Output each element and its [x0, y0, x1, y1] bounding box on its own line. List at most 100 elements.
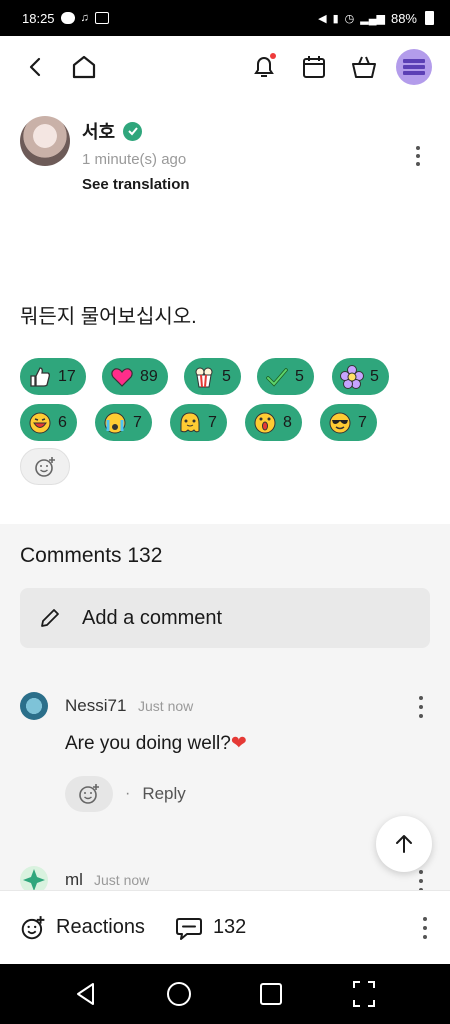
reaction-chip-flower[interactable]: 5	[332, 358, 389, 395]
comment-author[interactable]: Nessi71	[65, 696, 126, 716]
post-header: 서호 1 minute(s) ago See translation	[20, 114, 430, 204]
author-avatar[interactable]	[20, 116, 70, 166]
pencil-icon	[41, 609, 59, 627]
reactions-label: Reactions	[56, 916, 145, 938]
home-icon	[72, 55, 96, 79]
more-dot	[416, 154, 420, 158]
add-emoji-icon	[21, 915, 45, 939]
scroll-to-top-button[interactable]	[376, 816, 432, 872]
reaction-chip-check[interactable]: 5	[257, 358, 314, 395]
system-home-button[interactable]	[159, 974, 199, 1014]
top-nav	[0, 36, 450, 98]
app-notification-icon: ♫	[80, 12, 89, 24]
add-comment-field[interactable]: Add a comment	[20, 588, 430, 648]
reaction-chip-melting[interactable]: 7	[170, 404, 227, 441]
more-dot	[419, 870, 423, 874]
shopping-bag-icon	[352, 56, 376, 78]
more-dot	[416, 162, 420, 166]
add-comment-placeholder: Add a comment	[82, 606, 223, 629]
reaction-chip-laughing[interactable]: 6	[20, 404, 77, 441]
add-reaction-button[interactable]	[20, 448, 70, 485]
comments-button[interactable]: 132	[175, 915, 246, 941]
reaction-count: 17	[58, 367, 76, 385]
circle-home-icon	[166, 982, 191, 1006]
reaction-chip-sunglasses[interactable]: 7	[320, 404, 377, 441]
author-row: 서호	[82, 118, 143, 144]
comment-author[interactable]: ml	[65, 870, 83, 890]
verified-icon	[123, 121, 143, 141]
battery-icon	[425, 11, 434, 25]
comment-count: 132	[212, 916, 247, 938]
add-emoji-icon	[35, 456, 55, 477]
battery-percent: 88%	[390, 10, 417, 26]
notifications-button[interactable]	[246, 49, 282, 85]
reaction-count: 7	[208, 413, 217, 431]
reaction-count: 5	[222, 367, 231, 385]
reply-button[interactable]: Reply	[142, 784, 185, 804]
post-more-button[interactable]	[410, 144, 426, 168]
reaction-chip-heart[interactable]: 89	[102, 358, 168, 395]
checkmark-icon	[265, 365, 289, 389]
menu-button[interactable]	[396, 49, 432, 85]
reaction-count: 6	[58, 413, 67, 431]
status-bar: 18:25 ♫ ◀ ▮ ◷ ▂▄▆ 88%	[0, 0, 450, 36]
more-dot	[419, 705, 423, 709]
melting-face-icon	[178, 411, 202, 435]
system-navigation-bar	[0, 964, 450, 1024]
comment-timestamp: Just now	[94, 872, 150, 888]
reaction-count: 7	[358, 413, 367, 431]
status-left: 18:25 ♫	[22, 11, 109, 26]
comment-text-row: Are you doing well?❤	[65, 732, 247, 755]
more-dot	[423, 916, 427, 921]
screenshot-button[interactable]	[344, 974, 384, 1014]
volte-icon: ▮	[332, 12, 339, 25]
system-recents-button[interactable]	[251, 974, 291, 1014]
home-button[interactable]	[66, 49, 102, 85]
square-recents-icon	[260, 983, 283, 1005]
comment-avatar[interactable]	[20, 692, 48, 720]
comment-more-button[interactable]	[416, 870, 426, 892]
reaction-chip-thumbs-up[interactable]: 17	[20, 358, 86, 395]
see-translation-link[interactable]: See translation	[82, 176, 190, 193]
red-heart-icon: ❤	[230, 733, 247, 754]
alarm-icon: ◷	[344, 12, 355, 25]
more-dot	[419, 714, 423, 718]
calendar-button[interactable]	[296, 49, 332, 85]
separator-dot: ·	[125, 785, 131, 802]
triangle-back-icon	[77, 983, 95, 1005]
more-dot	[416, 146, 420, 150]
bottom-action-bar: Reactions 132	[0, 890, 450, 964]
post-timestamp: 1 minute(s) ago	[82, 151, 187, 168]
bottom-more-button[interactable]	[420, 916, 430, 939]
reaction-count: 5	[370, 367, 379, 385]
status-right: ◀ ▮ ◷ ▂▄▆ 88%	[318, 11, 434, 26]
post-body: 뭐든지 물어보십시오.	[20, 306, 197, 328]
reaction-chip-crying[interactable]: 7	[95, 404, 152, 441]
reaction-chip-surprised[interactable]: 8	[245, 404, 302, 441]
flower-icon	[340, 364, 364, 389]
arrow-up-icon	[396, 835, 412, 853]
calendar-icon	[303, 56, 325, 78]
comment-text: Are you doing well?	[65, 733, 231, 754]
system-back-button[interactable]	[66, 974, 106, 1014]
more-dot	[423, 934, 427, 939]
reaction-chip-popcorn[interactable]: 5	[184, 358, 241, 395]
sunglasses-face-icon	[328, 411, 352, 435]
comments-title: Comments 132	[20, 544, 163, 567]
add-emoji-icon	[79, 784, 99, 804]
heart-icon	[110, 365, 134, 389]
comment-actions: · Reply	[65, 776, 186, 812]
popcorn-icon	[192, 365, 216, 389]
reaction-count: 7	[133, 413, 142, 431]
comment-more-button[interactable]	[416, 696, 426, 718]
notification-dot	[270, 53, 276, 59]
thumbs-up-icon	[28, 365, 52, 389]
comment-react-button[interactable]	[65, 776, 113, 812]
shop-button[interactable]	[346, 49, 382, 85]
more-dot	[423, 925, 427, 930]
back-button[interactable]	[18, 49, 54, 85]
crying-face-icon	[103, 411, 127, 435]
author-name[interactable]: 서호	[82, 118, 115, 144]
laughing-face-icon	[28, 411, 52, 435]
reactions-button[interactable]: Reactions	[20, 915, 145, 941]
